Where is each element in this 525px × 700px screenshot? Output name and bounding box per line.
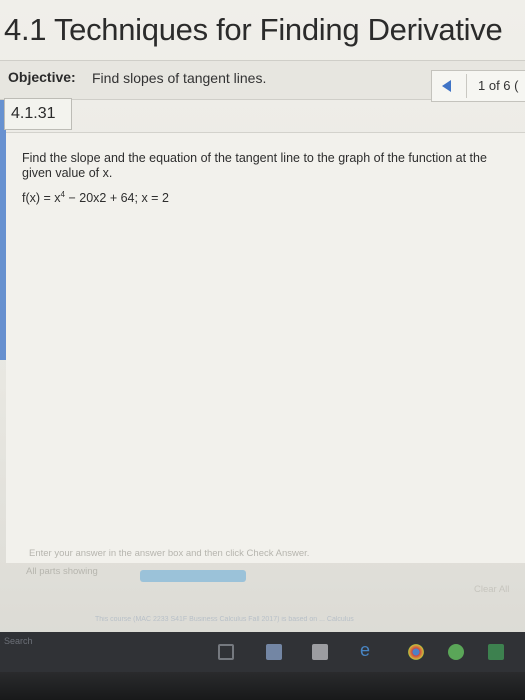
chrome-icon[interactable] — [408, 644, 424, 660]
objective-text: Find slopes of tangent lines. — [92, 70, 267, 86]
task-view-icon[interactable] — [218, 644, 234, 660]
file-explorer-icon[interactable] — [266, 644, 282, 660]
edge-icon[interactable]: e — [360, 640, 370, 661]
spotify-icon[interactable] — [448, 644, 464, 660]
function-prefix: f(x) = x — [22, 191, 61, 206]
problem-id: 4.1.31 — [11, 105, 56, 122]
store-icon[interactable] — [312, 644, 328, 660]
taskbar-search[interactable]: Search — [4, 636, 33, 646]
monitor-bezel — [0, 672, 525, 700]
screen: 4.1 Techniques for Finding Derivative Ob… — [0, 0, 525, 640]
question-pager: 1 of 6 ( — [431, 70, 525, 102]
page-title: 4.1 Techniques for Finding Derivative — [4, 12, 503, 47]
answer-hint: Enter your answer in the answer box and … — [29, 548, 310, 559]
parts-progress-bar — [140, 570, 246, 582]
pager-text[interactable]: 1 of 6 ( — [478, 78, 518, 93]
previous-arrow-icon[interactable] — [442, 80, 451, 92]
question-text: Find the slope and the equation of the t… — [22, 151, 487, 180]
function-expression: f(x) = x4 − 20x2 + 64; x = 2 — [22, 190, 169, 205]
question-area: Find the slope and the equation of the t… — [6, 132, 525, 563]
problem-number-box: 4.1.31 — [4, 98, 72, 130]
clear-all-button[interactable]: Clear All — [474, 584, 509, 595]
pager-divider — [466, 74, 467, 98]
objective-label: Objective: — [8, 69, 76, 85]
course-footer: This course (MAC 2233 S41F Business Calc… — [95, 616, 354, 623]
parts-showing-label: All parts showing — [26, 566, 98, 577]
excel-icon[interactable] — [488, 644, 504, 660]
taskbar: Search e — [0, 632, 525, 672]
function-suffix: − 20x2 + 64; x = 2 — [65, 191, 169, 206]
